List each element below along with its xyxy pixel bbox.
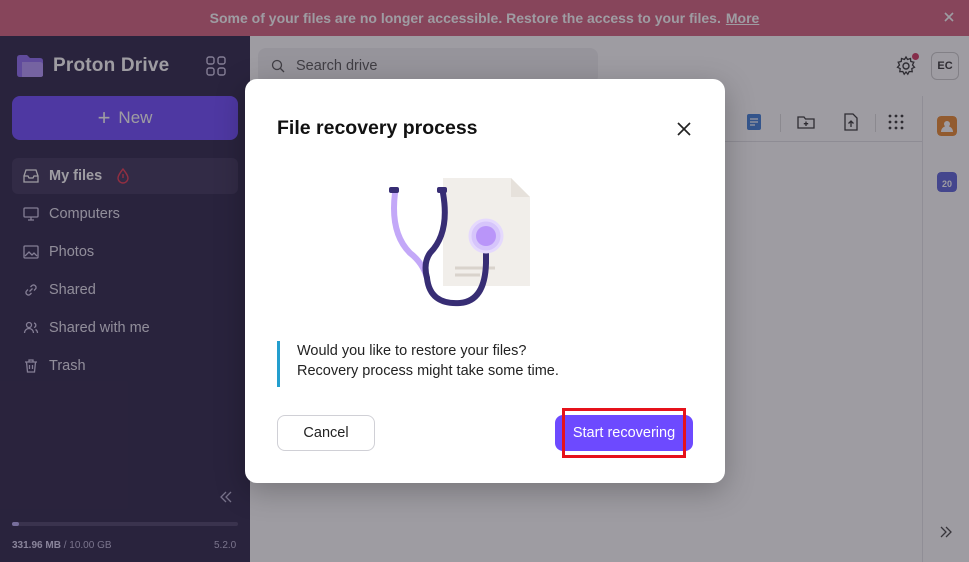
highlight-box bbox=[562, 408, 686, 458]
cancel-button[interactable]: Cancel bbox=[277, 415, 375, 451]
close-icon[interactable] bbox=[675, 120, 693, 138]
info-line-2: Recovery process might take some time. bbox=[297, 363, 559, 379]
stethoscope-illustration bbox=[389, 178, 530, 307]
info-line-1: Would you like to restore your files? bbox=[297, 343, 527, 359]
dialog-title: File recovery process bbox=[277, 117, 478, 139]
recovery-info-notice: Would you like to restore your files? Re… bbox=[277, 341, 693, 387]
